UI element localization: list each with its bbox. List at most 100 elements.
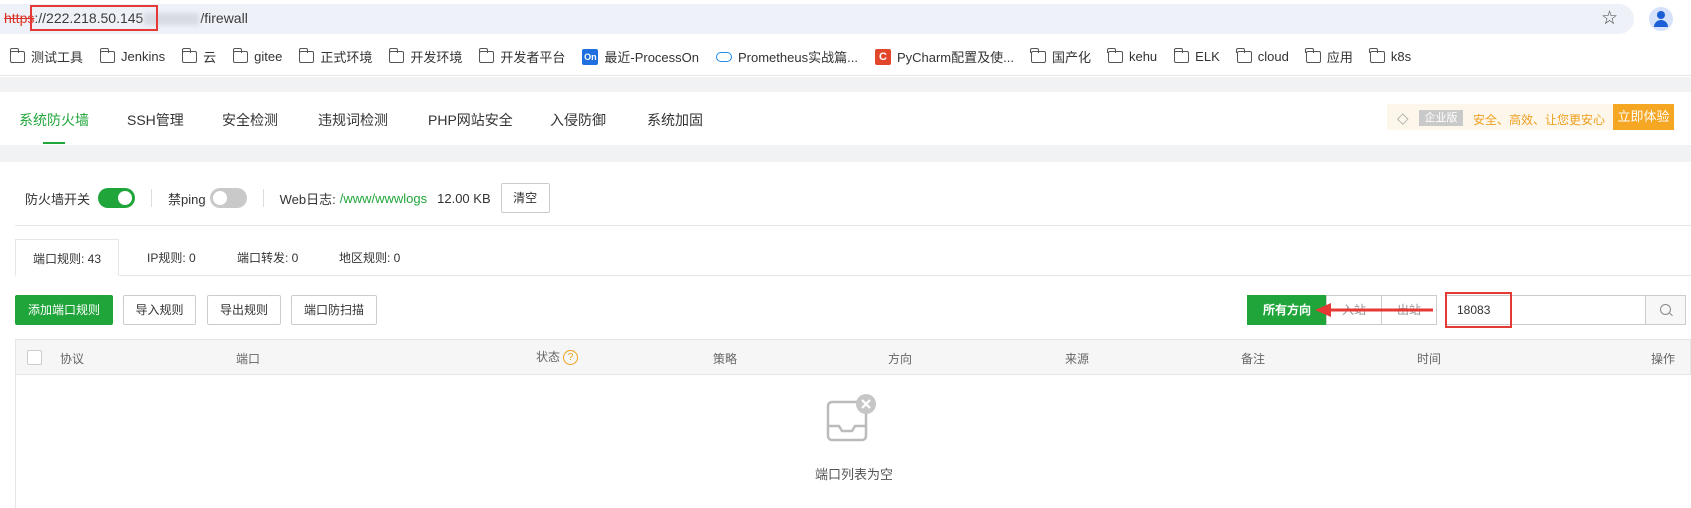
bookmark-item[interactable]: 开发者平台 [478,47,565,66]
tab-hardening[interactable]: 系统加固 [647,110,703,130]
bookmark-item[interactable]: 应用 [1305,47,1353,66]
folder-icon [1173,47,1190,63]
bookmark-label: kehu [1128,49,1158,64]
firewall-panel: 防火墙开关 禁ping Web日志: /www/wwwlogs 12.00 KB… [0,162,1691,508]
weblog-size: 12.00 KB [437,190,491,206]
tab-word-check[interactable]: 违规词检测 [318,110,388,130]
help-icon[interactable]: ? [563,350,579,366]
bookmark-item[interactable]: cloud [1236,47,1289,64]
folder-icon [99,47,116,63]
bookmark-item[interactable]: Prometheus实战篇... [716,47,858,66]
bookmark-label: 开发环境 [410,50,463,65]
star-icon[interactable]: ☆ [1601,7,1618,30]
bookmark-item[interactable]: k8s [1369,47,1412,64]
folder-icon [181,47,198,63]
empty-inbox-icon [826,394,876,442]
bookmark-label: PyCharm配置及使... [896,50,1014,65]
bookmark-item[interactable]: On 最近-ProcessOn [582,47,699,66]
bookmark-item[interactable]: Jenkins [99,47,166,64]
bookmark-label: 正式环境 [320,50,373,65]
person-icon[interactable] [1649,7,1673,31]
url-path: /firewall [200,10,248,26]
col-status-label: 状态 [536,350,561,364]
folder-icon [298,47,315,63]
folder-icon [1107,47,1123,63]
promo-text: 安全、高效、让您更安心 [1473,113,1606,127]
toggle-knob [212,191,227,205]
try-now-button[interactable]: 立即体验 [1613,104,1674,130]
col-policy: 策略 [713,352,738,366]
bookmark-item[interactable]: kehu [1107,47,1158,64]
bookmark-label: 应用 [1326,50,1353,65]
processon-icon: On [582,48,599,65]
import-rules-button[interactable]: 导入规则 [123,295,196,325]
port-scan-protect-button[interactable]: 端口防扫描 [291,295,377,325]
bookmark-label: cloud [1257,49,1289,64]
bookmark-label: Jenkins [121,49,166,64]
bookmark-item[interactable]: 云 [181,47,217,66]
bookmark-item[interactable]: 正式环境 [298,47,373,66]
tab-intrusion[interactable]: 入侵防御 [550,110,606,130]
tab-region-rules[interactable]: 地区规则: 0 [339,239,400,276]
bookmark-label: Prometheus实战篇... [738,50,858,65]
tab-port-forward[interactable]: 端口转发: 0 [237,239,298,276]
bookmark-item[interactable]: 国产化 [1030,47,1091,66]
clear-log-button[interactable]: 清空 [500,183,550,213]
bookmark-label: 国产化 [1051,50,1091,65]
search-icon[interactable] [1645,296,1685,324]
folder-icon [232,47,249,63]
col-remark: 备注 [1241,352,1266,366]
folder-icon [388,47,405,63]
col-source: 来源 [1065,352,1090,366]
divider [151,189,153,207]
table-header: 协议 端口 状态? 策略 方向 来源 备注 时间 操作 [15,339,1691,375]
col-action: 操作 [1651,352,1676,366]
table-body: 端口列表为空 [15,374,1691,508]
c-icon: C [874,48,891,65]
weblog-path-link[interactable]: /www/wwwlogs [340,191,427,206]
bookmark-item[interactable]: C PyCharm配置及使... [874,47,1014,66]
weblog-label: Web日志: [279,191,336,207]
tab-security-check[interactable]: 安全检测 [222,110,278,130]
bookmark-item[interactable]: 开发环境 [388,47,463,66]
export-rules-button[interactable]: 导出规则 [207,295,281,325]
bookmark-item[interactable]: 测试工具 [9,47,84,66]
tab-system-firewall[interactable]: 系统防火墙 [19,110,89,130]
toggle-knob [118,191,133,205]
add-port-rule-button[interactable]: 添加端口规则 [15,295,113,325]
divider [15,225,1691,226]
ping-toggle[interactable] [209,188,247,208]
bookmark-label: k8s [1390,49,1412,64]
url-highlight-box [30,5,158,31]
active-tab-underline [43,142,65,144]
diamond-icon: ◇ [1397,110,1409,127]
tab-php-security[interactable]: PHP网站安全 [428,110,513,130]
firewall-switch-label: 防火墙开关 [25,191,91,207]
bookmark-item[interactable]: gitee [232,47,283,64]
select-all-checkbox[interactable] [27,350,42,365]
bookmark-label: 测试工具 [31,50,84,65]
annotation-arrow [1315,303,1433,317]
ping-label: 禁ping [168,191,206,207]
tab-ip-rules[interactable]: IP规则: 0 [147,239,196,276]
tab-port-rules[interactable]: 端口规则: 43 [15,239,120,276]
bookmark-label: 云 [203,50,217,65]
firewall-top-nav: 系统防火墙 SSH管理 安全检测 违规词检测 PHP网站安全 入侵防御 系统加固… [0,92,1691,145]
tab-ssh[interactable]: SSH管理 [127,110,184,130]
folder-icon [1236,47,1252,63]
bookmarks-bar: 测试工具 Jenkins 云 gitee 正式环境 开发环境 开发者平台 On 最近-Proce… [0,38,1691,76]
bookmark-item[interactable]: ELK [1173,47,1220,64]
bookmark-label: gitee [254,49,283,64]
col-port: 端口 [236,352,261,366]
empty-table-message: 端口列表为空 [814,467,893,482]
folder-icon [1305,47,1321,63]
firewall-controls: 防火墙开关 禁ping Web日志: /www/wwwlogs 12.00 KB… [25,183,550,213]
folder-icon [1030,47,1046,63]
cloud-icon [716,51,732,62]
col-direction: 方向 [888,352,913,366]
firewall-toggle[interactable] [98,188,136,208]
divider [262,189,264,207]
col-time: 时间 [1417,352,1442,366]
col-protocol: 协议 [60,352,85,366]
folder-icon [9,47,25,63]
